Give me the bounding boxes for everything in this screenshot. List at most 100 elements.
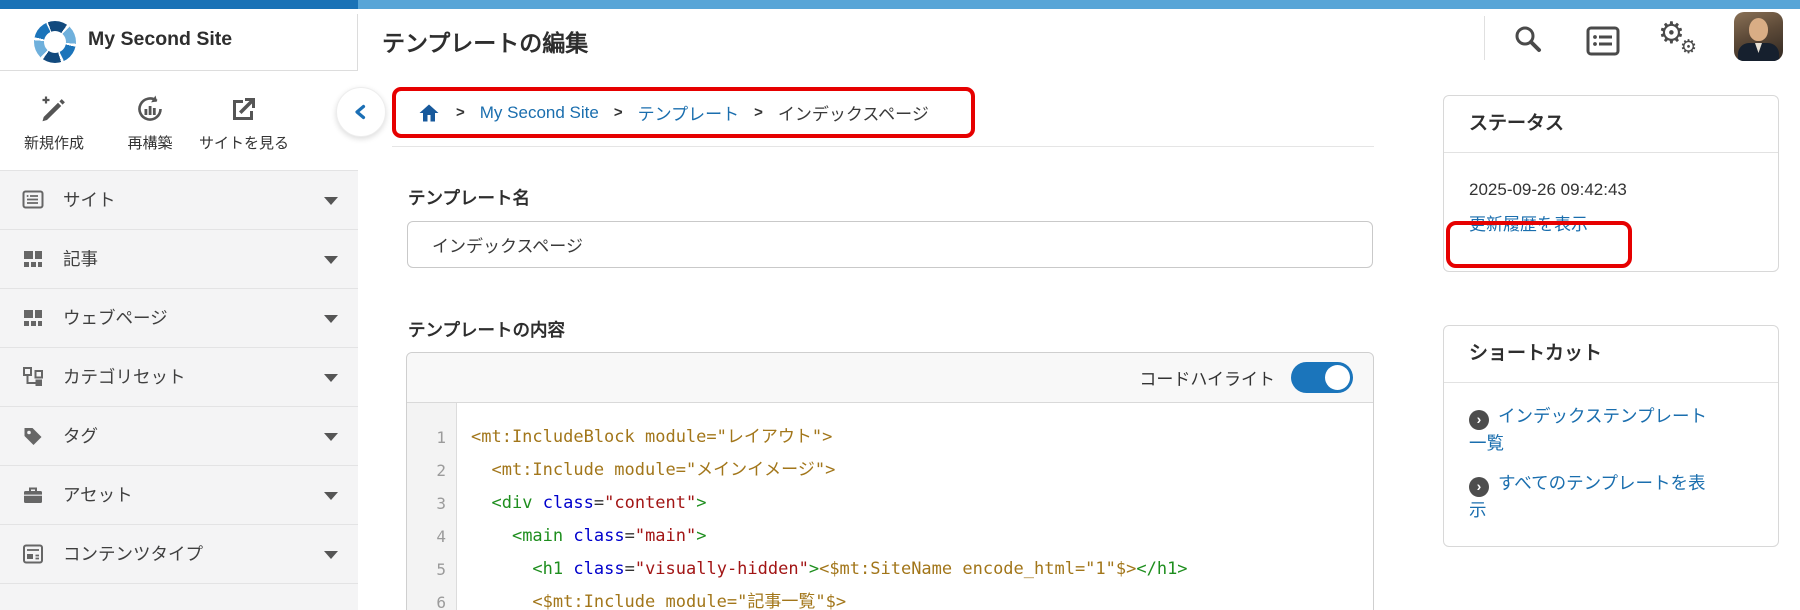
sidebar-item-label: カテゴリセット	[63, 348, 186, 406]
code-line: <mt:IncludeBlock module="レイアウト">	[471, 421, 1373, 454]
sidebar-item-category-sets[interactable]: カテゴリセット	[0, 348, 358, 407]
toggle-knob	[1325, 365, 1350, 390]
status-panel: ステータス 2025-09-26 09:42:43 更新履歴を表示	[1443, 95, 1779, 272]
sidebar-item-tags[interactable]: タグ	[0, 407, 358, 466]
code-line: <h1 class="visually-hidden"><$mt:SiteNam…	[471, 553, 1373, 586]
line-number: 6	[407, 586, 456, 610]
search-icon[interactable]	[1512, 23, 1544, 55]
breadcrumb-separator: >	[614, 104, 623, 121]
sidebar-item-label: タグ	[63, 407, 98, 465]
sidebar-actions: 新規作成再構築サイトを見る	[0, 71, 358, 170]
blocks-icon	[22, 248, 44, 270]
breadcrumb-separator: >	[456, 104, 465, 121]
sidebar-item-site[interactable]: サイト	[0, 171, 358, 230]
avatar[interactable]	[1734, 12, 1783, 61]
avatar-head	[1749, 18, 1768, 41]
content-type-icon	[22, 543, 44, 565]
blocks-icon	[22, 307, 44, 329]
status-updated-at: 2025-09-26 09:42:43	[1469, 179, 1753, 201]
tree-icon	[22, 366, 44, 388]
site-name[interactable]: My Second Site	[88, 28, 232, 51]
shortcut-link-0[interactable]: ›インデックステンプレート一覧	[1469, 403, 1721, 457]
mt-logo[interactable]	[34, 21, 76, 63]
line-number: 1	[407, 421, 456, 454]
template-name-input[interactable]	[407, 221, 1373, 268]
pencil-plus-icon	[14, 93, 94, 127]
code-lines: <mt:IncludeBlock module="レイアウト"> <mt:Inc…	[457, 403, 1373, 610]
sidebar-item-label: 記事	[63, 230, 98, 288]
top-accent-bar-light	[358, 0, 1800, 9]
action-label: 再構築	[110, 132, 190, 153]
shortcuts-panel: ショートカット ›インデックステンプレート一覧›すべてのテンプレートを表示	[1443, 325, 1779, 547]
action-rebuild[interactable]: 再構築	[110, 93, 190, 153]
movable-type-admin: My Second Site テンプレートの編集 ⚙ ⚙ 新規作成再構築サイトを…	[0, 0, 1800, 610]
breadcrumb-link[interactable]: テンプレート	[638, 100, 740, 125]
shortcut-link-label: インデックステンプレート一覧	[1469, 406, 1707, 453]
code-highlight-label: コードハイライト	[1139, 365, 1275, 390]
code-line: <div class="content">	[471, 487, 1373, 520]
sidebar-collapse-button[interactable]	[336, 87, 386, 137]
chevron-down-icon	[324, 374, 338, 382]
code-line: <main class="main">	[471, 520, 1373, 553]
template-editor-panel: コードハイライト 123456 <mt:IncludeBlock module=…	[406, 352, 1374, 610]
action-label: サイトを見る	[193, 132, 295, 153]
top-accent-bar-dark	[0, 0, 358, 9]
chevron-down-icon	[324, 492, 338, 500]
sidebar-item-label: サイト	[63, 171, 116, 229]
chevron-down-icon	[324, 433, 338, 441]
gear-small-glyph: ⚙	[1680, 36, 1697, 59]
line-number: 3	[407, 487, 456, 520]
breadcrumb-separator: >	[754, 104, 763, 121]
circle-arrow-icon: ›	[1469, 410, 1489, 430]
chevron-down-icon	[324, 197, 338, 205]
page-title: テンプレートの編集	[382, 24, 588, 58]
template-body-label: テンプレートの内容	[408, 317, 565, 342]
shortcut-link-label: すべてのテンプレートを表示	[1469, 473, 1706, 520]
breadcrumb-current: インデックスページ	[778, 100, 929, 125]
action-label: 新規作成	[14, 132, 94, 153]
site-icon	[22, 189, 44, 211]
code-line: <mt:Include module="メインイメージ">	[471, 454, 1373, 487]
line-number: 4	[407, 520, 456, 553]
action-create[interactable]: 新規作成	[14, 93, 94, 153]
rebuild-icon	[110, 93, 190, 127]
action-view-site[interactable]: サイトを見る	[193, 93, 295, 153]
gears-icon[interactable]: ⚙ ⚙	[1658, 16, 1706, 62]
sidebar-item-assets[interactable]: アセット	[0, 466, 358, 525]
chevron-left-icon	[351, 102, 371, 122]
home-icon[interactable]	[417, 101, 441, 125]
code-line: <$mt:Include module="記事一覧"$>	[471, 586, 1373, 610]
chevron-down-icon	[324, 551, 338, 559]
chevron-down-icon	[324, 256, 338, 264]
editor-toolbar: コードハイライト	[407, 353, 1373, 403]
sidebar-item-webpages[interactable]: ウェブページ	[0, 289, 358, 348]
chevron-down-icon	[324, 315, 338, 323]
breadcrumb-link[interactable]: My Second Site	[480, 103, 599, 123]
list-menu-icon[interactable]	[1586, 26, 1620, 56]
circle-arrow-icon: ›	[1469, 477, 1489, 497]
code-highlight-toggle[interactable]	[1291, 362, 1353, 393]
code-editor[interactable]: 123456 <mt:IncludeBlock module="レイアウト"> …	[407, 403, 1373, 610]
briefcase-icon	[22, 484, 44, 506]
breadcrumb-highlight: > My Second Site > テンプレート > インデックスページ	[392, 87, 975, 138]
external-link-icon	[193, 93, 295, 127]
shortcut-link-1[interactable]: ›すべてのテンプレートを表示	[1469, 470, 1721, 524]
line-number: 5	[407, 553, 456, 586]
shortcuts-panel-title: ショートカット	[1444, 326, 1778, 383]
section-divider	[392, 146, 1374, 147]
status-panel-body: 2025-09-26 09:42:43 更新履歴を表示	[1444, 153, 1778, 237]
sidebar-nav: サイト記事ウェブページカテゴリセットタグアセットコンテンツタイプ	[0, 170, 358, 610]
sidebar-item-content-types[interactable]: コンテンツタイプ	[0, 525, 358, 584]
sidebar-item-label: コンテンツタイプ	[63, 525, 203, 583]
template-name-label: テンプレート名	[408, 185, 530, 210]
sidebar-item-label: ウェブページ	[63, 289, 168, 347]
status-panel-title: ステータス	[1444, 96, 1778, 153]
line-number: 2	[407, 454, 456, 487]
sidebar-item-entries[interactable]: 記事	[0, 230, 358, 289]
line-number-gutter: 123456	[407, 403, 457, 610]
shortcuts-panel-body: ›インデックステンプレート一覧›すべてのテンプレートを表示	[1444, 383, 1778, 524]
tag-icon	[22, 425, 44, 447]
header-divider	[1484, 16, 1485, 60]
sidebar-item-label: アセット	[63, 466, 133, 524]
history-link[interactable]: 更新履歴を表示	[1469, 213, 1588, 237]
